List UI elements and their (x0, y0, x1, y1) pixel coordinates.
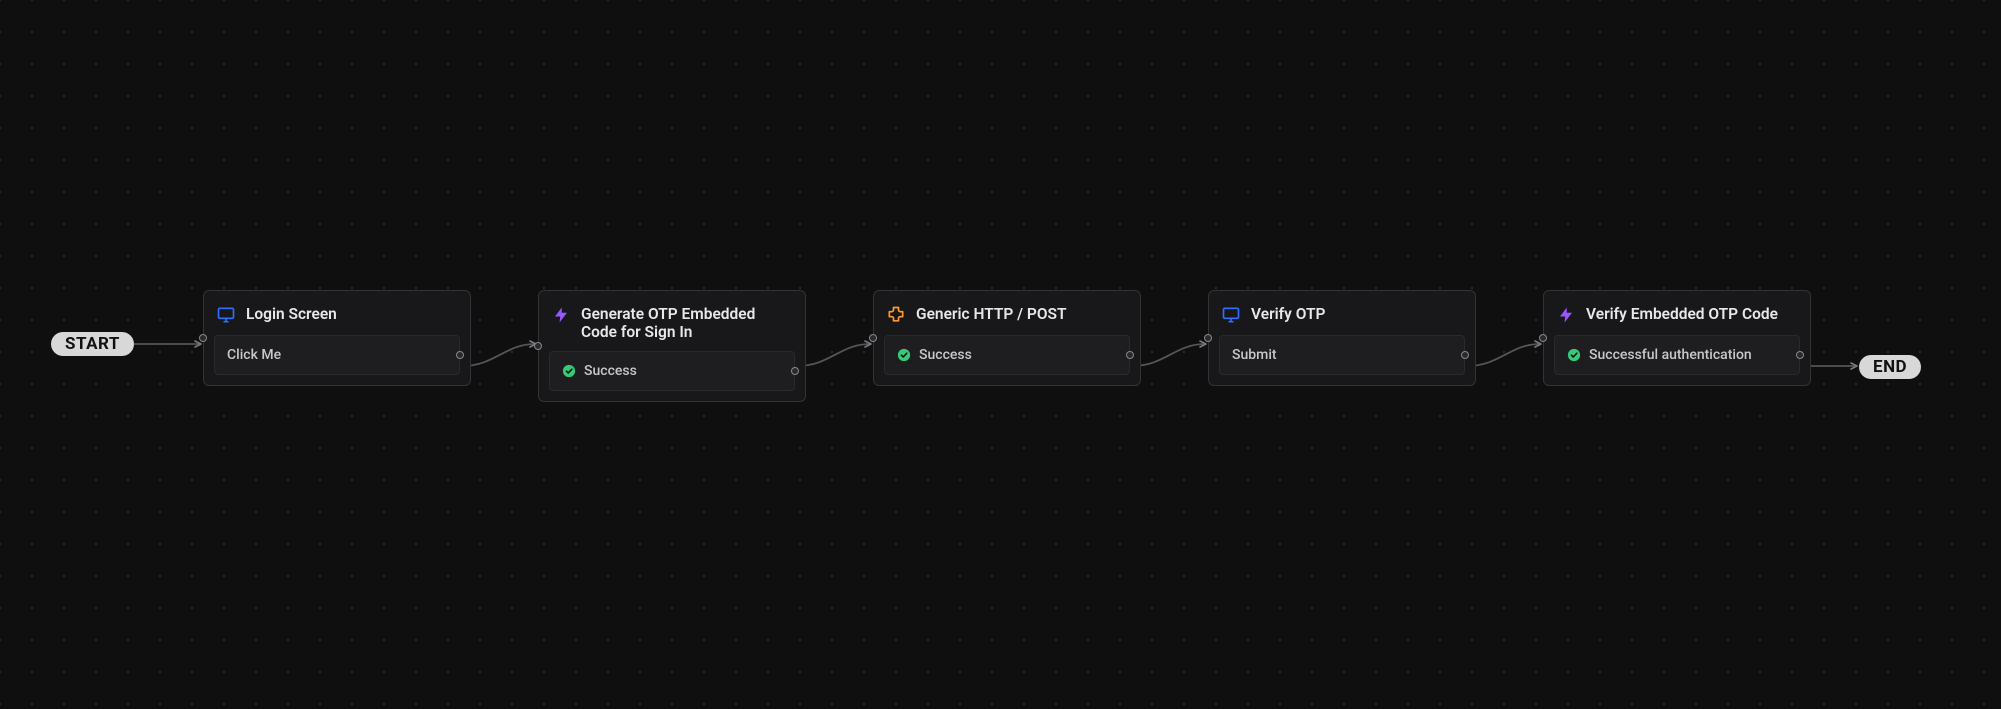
extension-icon (886, 305, 906, 325)
node-title: Login Screen (246, 305, 337, 323)
node-header: Generate OTP Embedded Code for Sign In (549, 301, 795, 351)
bolt-icon (1556, 305, 1576, 325)
flow-node-verify-embedded-otp[interactable]: Verify Embedded OTP Code Successful auth… (1543, 290, 1811, 386)
start-label: START (65, 334, 120, 354)
node-header: Generic HTTP / POST (884, 301, 1130, 335)
node-header: Login Screen (214, 301, 460, 335)
flow-node-generic-http[interactable]: Generic HTTP / POST Success (873, 290, 1141, 386)
flow-node-generate-otp[interactable]: Generate OTP Embedded Code for Sign In S… (538, 290, 806, 402)
flow-node-login-screen[interactable]: Login Screen Click Me (203, 290, 471, 386)
start-pill[interactable]: START (51, 332, 134, 356)
input-port[interactable] (1539, 334, 1547, 342)
input-port[interactable] (869, 334, 877, 342)
node-title: Generate OTP Embedded Code for Sign In (581, 305, 793, 341)
bolt-icon (551, 305, 571, 325)
flow-node-verify-otp[interactable]: Verify OTP Submit (1208, 290, 1476, 386)
node-title: Generic HTTP / POST (916, 305, 1067, 323)
flow-canvas[interactable]: START Login Screen Click Me Generate OTP… (0, 0, 2001, 709)
node-action-row[interactable]: Success (884, 335, 1130, 375)
action-label: Success (584, 363, 637, 379)
node-action-row[interactable]: Submit (1219, 335, 1465, 375)
success-icon (897, 348, 911, 362)
node-title: Verify OTP (1251, 305, 1325, 323)
node-header: Verify Embedded OTP Code (1554, 301, 1800, 335)
node-title: Verify Embedded OTP Code (1586, 305, 1778, 323)
output-port[interactable] (1461, 351, 1469, 359)
success-icon (1567, 348, 1581, 362)
node-header: Verify OTP (1219, 301, 1465, 335)
end-pill[interactable]: END (1859, 355, 1921, 379)
node-action-row[interactable]: Success (549, 351, 795, 391)
success-icon (562, 364, 576, 378)
screen-icon (1221, 305, 1241, 325)
action-label: Success (919, 347, 972, 363)
screen-icon (216, 305, 236, 325)
output-port[interactable] (1796, 351, 1804, 359)
output-port[interactable] (791, 367, 799, 375)
node-action-row[interactable]: Successful authentication (1554, 335, 1800, 375)
action-label: Successful authentication (1589, 347, 1752, 363)
output-port[interactable] (456, 351, 464, 359)
node-action-row[interactable]: Click Me (214, 335, 460, 375)
action-label: Submit (1232, 347, 1277, 363)
end-label: END (1873, 357, 1907, 377)
action-label: Click Me (227, 347, 281, 363)
output-port[interactable] (1126, 351, 1134, 359)
input-port[interactable] (1204, 334, 1212, 342)
input-port[interactable] (199, 334, 207, 342)
input-port[interactable] (534, 342, 542, 350)
